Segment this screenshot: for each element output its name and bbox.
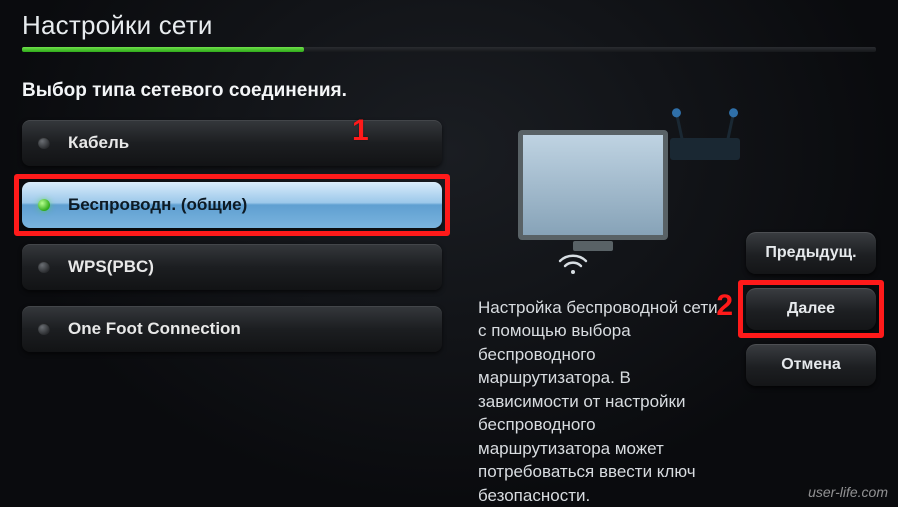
- button-label: Далее: [787, 300, 835, 318]
- option-description: Настройка беспроводной сети с помощью вы…: [478, 296, 728, 507]
- option-wireless-general[interactable]: Беспроводн. (общие): [22, 182, 442, 228]
- option-wps-pbc[interactable]: WPS(PBC): [22, 244, 442, 290]
- page-title: Настройки сети: [22, 10, 213, 41]
- section-subtitle: Выбор типа сетевого соединения.: [22, 80, 876, 102]
- button-label: Предыдущ.: [765, 244, 856, 262]
- radio-selected-icon: [38, 199, 50, 211]
- option-label: One Foot Connection: [68, 319, 241, 339]
- previous-button[interactable]: Предыдущ.: [746, 232, 876, 274]
- next-button[interactable]: Далее: [746, 288, 876, 330]
- connection-illustration: [488, 120, 748, 270]
- monitor-icon: [518, 130, 668, 240]
- option-label: Беспроводн. (общие): [68, 195, 247, 215]
- progress-fill: [22, 47, 304, 52]
- wifi-icon: [556, 252, 590, 282]
- button-label: Отмена: [781, 356, 841, 374]
- router-icon: [670, 138, 740, 160]
- option-cable[interactable]: Кабель: [22, 120, 442, 166]
- radio-icon: [38, 323, 50, 335]
- option-label: Кабель: [68, 133, 129, 153]
- option-one-foot-connection[interactable]: One Foot Connection: [22, 306, 442, 352]
- watermark: user-life.com: [808, 484, 888, 500]
- cancel-button[interactable]: Отмена: [746, 344, 876, 386]
- progress-bar: [22, 47, 876, 52]
- radio-icon: [38, 137, 50, 149]
- option-label: WPS(PBC): [68, 257, 154, 277]
- radio-icon: [38, 261, 50, 273]
- connection-options-list: Кабель Беспроводн. (общие) WPS(PBC) One …: [22, 120, 442, 507]
